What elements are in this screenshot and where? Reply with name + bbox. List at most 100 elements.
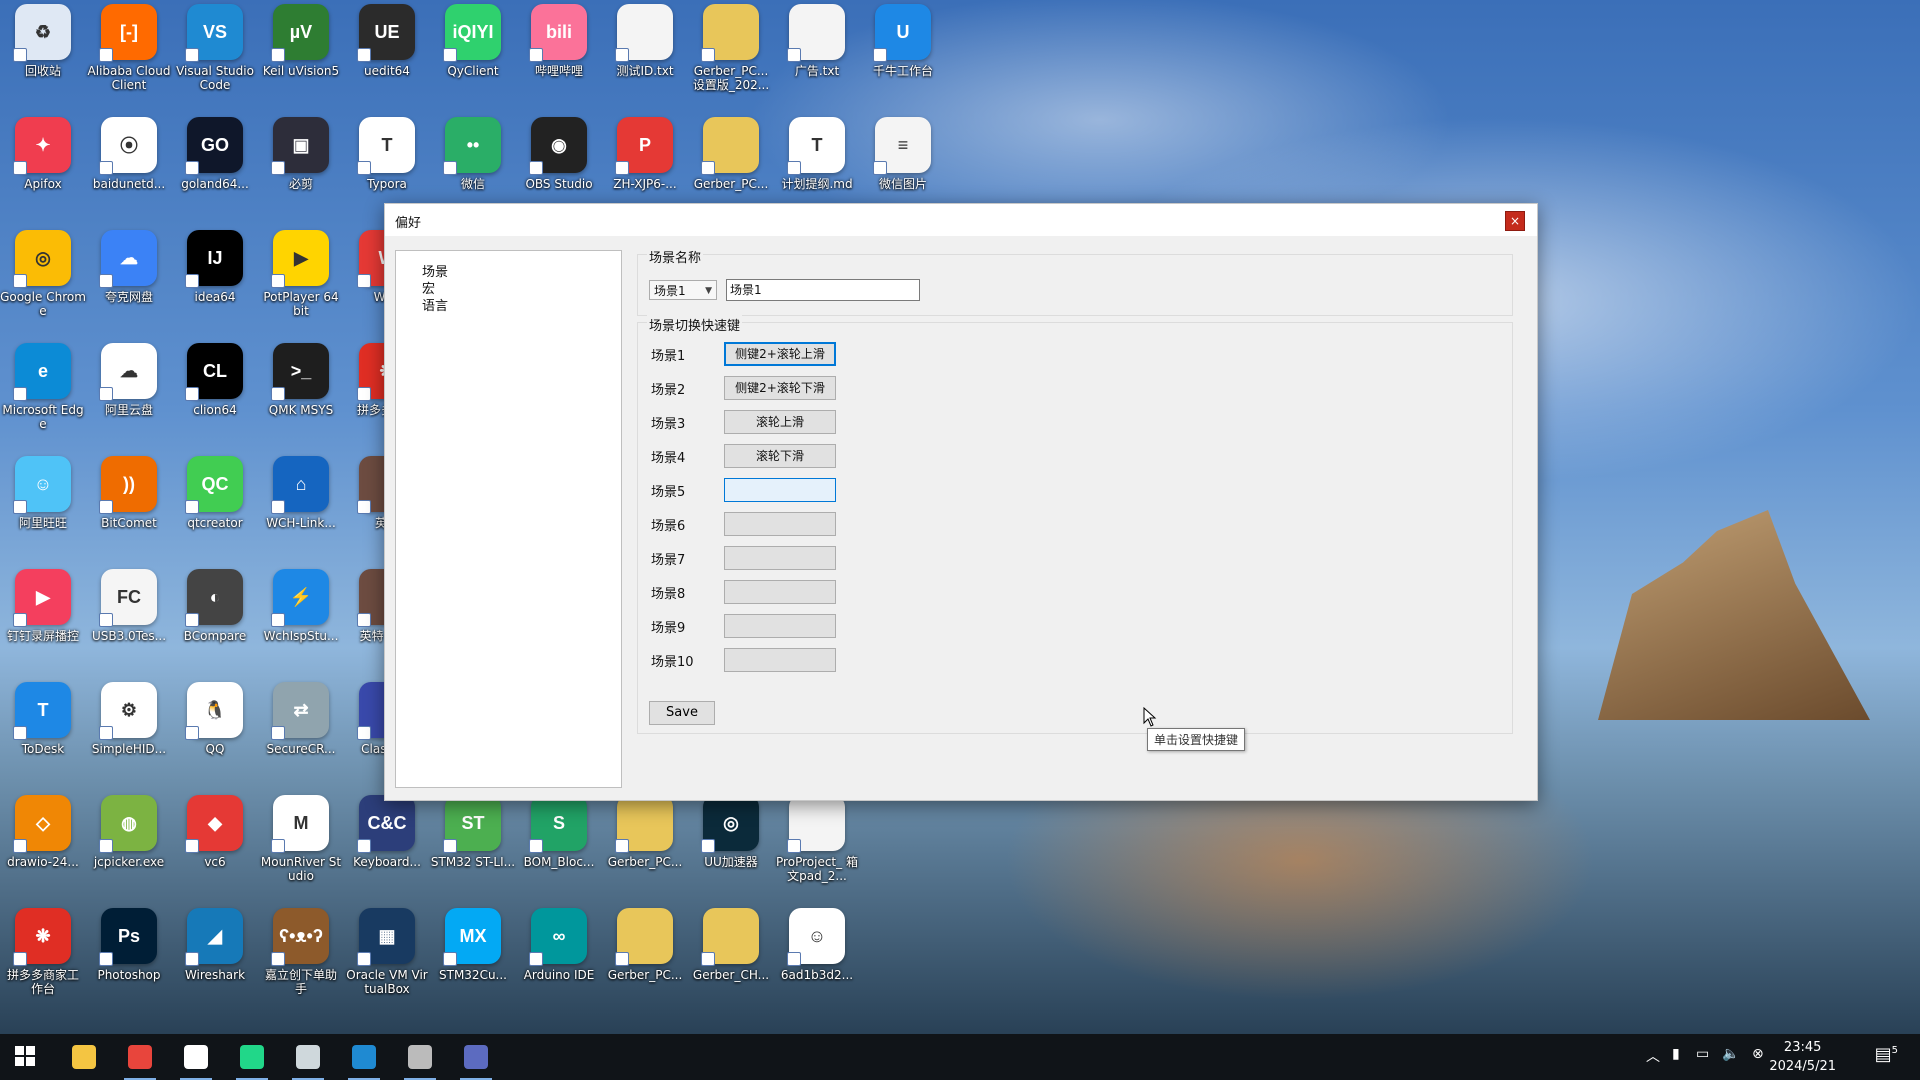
- desktop-icon-label: 必剪: [288, 177, 313, 191]
- desktop-icon[interactable]: ▶ 钉钉录屏播控: [0, 569, 86, 679]
- scene-hotkey-button[interactable]: 侧键2+滚轮上滑: [724, 342, 836, 366]
- desktop-icon[interactable]: Ps Photoshop: [86, 908, 172, 1018]
- volume-icon[interactable]: 🔈: [1722, 1046, 1739, 1062]
- desktop-icon[interactable]: >_ QMK MSYS: [258, 343, 344, 453]
- scene-hotkey-button[interactable]: 侧键2+滚轮下滑: [724, 376, 836, 400]
- desktop-icon-label: 阿里旺旺: [18, 516, 67, 530]
- app-icon: CL: [185, 343, 243, 401]
- desktop-icon[interactable]: iQIYI QyClient: [430, 4, 516, 114]
- desktop-icon[interactable]: bili 哔哩哔哩: [516, 4, 602, 114]
- desktop-icon[interactable]: VS Visual Studio Code: [172, 4, 258, 114]
- desktop-icon[interactable]: Gerber_PC...: [602, 908, 688, 1018]
- scene-hotkey-button[interactable]: 滚轮上滑: [724, 410, 836, 434]
- tray-overflow-chevron-icon[interactable]: ︿: [1646, 1046, 1660, 1066]
- desktop-icon[interactable]: M MounRiver Studio: [258, 795, 344, 905]
- desktop-icon[interactable]: QC qtcreator: [172, 456, 258, 566]
- desktop-icon[interactable]: )) BitComet: [86, 456, 172, 566]
- desktop-icon[interactable]: ⦿ baidunetd...: [86, 117, 172, 227]
- desktop-icon[interactable]: Gerber_PC... 设置版_202...: [688, 4, 774, 114]
- desktop-icon[interactable]: FC USB3.0Tes...: [86, 569, 172, 679]
- close-button[interactable]: ×: [1505, 211, 1525, 231]
- desktop-icon[interactable]: ◇ drawio-24...: [0, 795, 86, 905]
- desktop-icon[interactable]: Gerber_PC...: [602, 795, 688, 905]
- desktop-icon[interactable]: ∞ Arduino IDE: [516, 908, 602, 1018]
- taskbar-button[interactable]: [172, 1034, 220, 1080]
- app-icon: [615, 795, 673, 853]
- desktop-icon[interactable]: ◎ Google Chrome: [0, 230, 86, 340]
- desktop-icon[interactable]: ⌂ WCH-Link...: [258, 456, 344, 566]
- desktop-icon[interactable]: ProProject_ 箱文pad_2...: [774, 795, 860, 905]
- app-tray-icon[interactable]: ⊗: [1752, 1046, 1764, 1062]
- desktop-icon[interactable]: ☺ 6ad1b3d2...: [774, 908, 860, 1018]
- notification-center-icon[interactable]: ▤5: [1875, 1044, 1898, 1065]
- desktop-icon[interactable]: ◆ vc6: [172, 795, 258, 905]
- app-icon: Ps: [99, 908, 157, 966]
- desktop-icon[interactable]: C&C Keyboard...: [344, 795, 430, 905]
- desktop-icon[interactable]: GO goland64...: [172, 117, 258, 227]
- scene-hotkey-button[interactable]: [724, 580, 836, 604]
- taskbar-button[interactable]: [284, 1034, 332, 1080]
- network-icon[interactable]: ▭: [1696, 1046, 1709, 1062]
- desktop-icon[interactable]: ♻ 回收站: [0, 4, 86, 114]
- desktop-icon[interactable]: ⇄ SecureCR...: [258, 682, 344, 792]
- desktop-icon[interactable]: 测试ID.txt: [602, 4, 688, 114]
- desktop-icon[interactable]: ⚡ WchIspStu...: [258, 569, 344, 679]
- desktop-icon[interactable]: ▦ Oracle VM VirtualBox: [344, 908, 430, 1018]
- tree-item-language[interactable]: 语言: [422, 295, 448, 314]
- desktop-icon[interactable]: ▶ PotPlayer 64 bit: [258, 230, 344, 340]
- scene-hotkey-button[interactable]: [724, 478, 836, 502]
- desktop-icon-label: STM32 ST-LI...: [430, 855, 516, 869]
- desktop-icon[interactable]: Gerber_CH...: [688, 908, 774, 1018]
- scene-hotkey-button[interactable]: [724, 648, 836, 672]
- scene-hotkey-button[interactable]: [724, 512, 836, 536]
- desktop-icon[interactable]: ST STM32 ST-LI...: [430, 795, 516, 905]
- desktop-icon[interactable]: ☁ 夸克网盘: [86, 230, 172, 340]
- desktop-icon[interactable]: U 千牛工作台: [860, 4, 946, 114]
- desktop-icon[interactable]: ◐ BCompare: [172, 569, 258, 679]
- taskbar-button[interactable]: [228, 1034, 276, 1080]
- app-icon: T: [357, 117, 415, 175]
- clock[interactable]: 23:45 2024/5/21: [1769, 1038, 1836, 1076]
- desktop-icon[interactable]: [-] Alibaba Cloud Client: [86, 4, 172, 114]
- usb-device-icon[interactable]: ▮: [1672, 1046, 1680, 1062]
- desktop-icon[interactable]: µV Keil uVision5: [258, 4, 344, 114]
- app-icon: [701, 908, 759, 966]
- desktop-icon[interactable]: ◢ Wireshark: [172, 908, 258, 1018]
- desktop-icon[interactable]: ☺ 阿里旺旺: [0, 456, 86, 566]
- desktop-icon[interactable]: ʕ•ᴥ•ʔ 嘉立创下单助 手: [258, 908, 344, 1018]
- desktop-icon[interactable]: ☁ 阿里云盘: [86, 343, 172, 453]
- desktop-icon[interactable]: ▣ 必剪: [258, 117, 344, 227]
- desktop-icon[interactable]: CL clion64: [172, 343, 258, 453]
- app-icon: ▦: [357, 908, 415, 966]
- scene-hotkey-button[interactable]: 滚轮下滑: [724, 444, 836, 468]
- desktop-icon[interactable]: S BOM_Bloc...: [516, 795, 602, 905]
- scene-name-input[interactable]: 场景1: [726, 279, 920, 301]
- app-icon: P: [615, 117, 673, 175]
- taskbar-button[interactable]: [452, 1034, 500, 1080]
- desktop-icon[interactable]: ❋ 拼多多商家工 作台: [0, 908, 86, 1018]
- desktop-icon[interactable]: ✦ Apifox: [0, 117, 86, 227]
- desktop-icon[interactable]: UE uedit64: [344, 4, 430, 114]
- desktop-icon[interactable]: ◍ jcpicker.exe: [86, 795, 172, 905]
- desktop-icon[interactable]: IJ idea64: [172, 230, 258, 340]
- taskbar-button[interactable]: [60, 1034, 108, 1080]
- scene-select[interactable]: 场景1 ▼: [649, 280, 717, 300]
- taskbar-button[interactable]: [396, 1034, 444, 1080]
- desktop-icon[interactable]: MX STM32Cu...: [430, 908, 516, 1018]
- app-icon: S: [529, 795, 587, 853]
- taskbar-button[interactable]: [340, 1034, 388, 1080]
- save-button[interactable]: Save: [649, 701, 715, 725]
- desktop-icon[interactable]: T ToDesk: [0, 682, 86, 792]
- dialog-titlebar[interactable]: 偏好 ×: [385, 204, 1537, 236]
- desktop-icon[interactable]: 广告.txt: [774, 4, 860, 114]
- desktop-icon[interactable]: 🐧 QQ: [172, 682, 258, 792]
- desktop-icon-label: PotPlayer 64 bit: [263, 290, 339, 318]
- desktop-icon[interactable]: e Microsoft Edge: [0, 343, 86, 453]
- scene-hotkey-button[interactable]: [724, 614, 836, 638]
- scene-hotkey-button[interactable]: [724, 546, 836, 570]
- desktop-icon-label: Google Chrome: [0, 290, 86, 318]
- desktop-icon[interactable]: ⚙ SimpleHID...: [86, 682, 172, 792]
- taskbar-button[interactable]: [2, 1034, 50, 1080]
- taskbar-button[interactable]: [116, 1034, 164, 1080]
- desktop-icon[interactable]: ◎ UU加速器: [688, 795, 774, 905]
